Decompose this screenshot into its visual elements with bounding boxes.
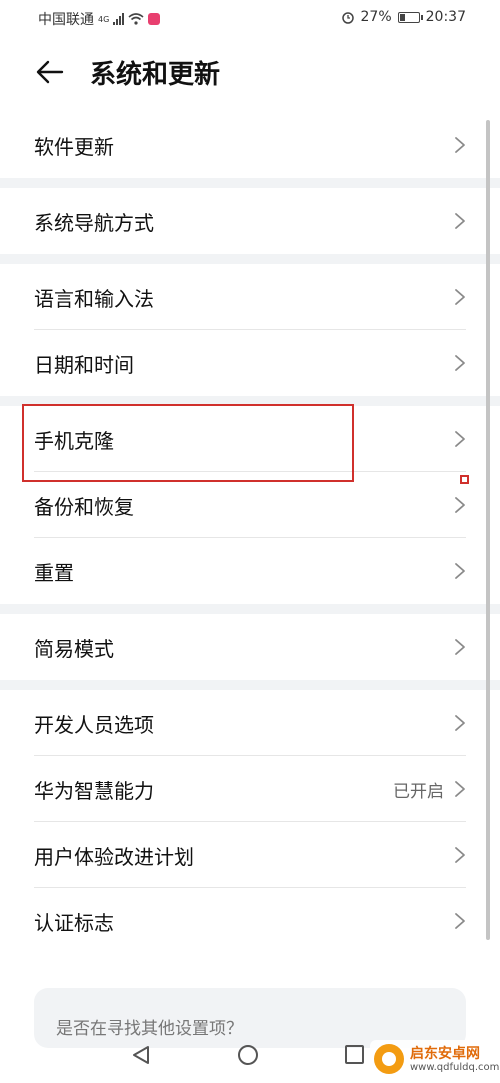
- nav-back-icon[interactable]: [130, 1044, 152, 1066]
- settings-item[interactable]: 用户体验改进计划: [0, 822, 500, 888]
- status-bar: 中国联通 4G 27% 20:37: [0, 0, 500, 34]
- settings-group: 系统导航方式: [0, 188, 500, 254]
- chevron-right-icon: [455, 847, 465, 863]
- group-separator: [0, 178, 500, 188]
- settings-item-label: 软件更新: [34, 134, 114, 159]
- carrier-label: 中国联通: [38, 12, 94, 28]
- group-separator: [0, 604, 500, 614]
- chevron-right-icon: [455, 289, 465, 305]
- settings-item[interactable]: 软件更新: [0, 112, 500, 178]
- settings-item-label: 开发人员选项: [34, 712, 154, 737]
- settings-item[interactable]: 开发人员选项: [0, 690, 500, 756]
- settings-item-label: 认证标志: [34, 910, 114, 935]
- watermark-url: www.qdfuldq.com: [410, 1062, 500, 1073]
- chevron-right-icon: [455, 137, 465, 153]
- highlight-marker: [460, 475, 469, 484]
- settings-item[interactable]: 语言和输入法: [0, 264, 500, 330]
- settings-group: 简易模式: [0, 614, 500, 680]
- clock: 20:37: [425, 9, 466, 25]
- settings-item[interactable]: 日期和时间: [0, 330, 500, 396]
- settings-item-label: 用户体验改进计划: [34, 844, 194, 869]
- highlight-box: [22, 404, 354, 482]
- chevron-right-icon: [455, 563, 465, 579]
- chevron-right-icon: [455, 781, 465, 797]
- settings-item-value: 已开启: [393, 781, 444, 802]
- settings-item-label: 重置: [34, 560, 74, 585]
- chevron-right-icon: [455, 431, 465, 447]
- chevron-right-icon: [455, 639, 465, 655]
- settings-item-label: 华为智慧能力: [34, 778, 154, 803]
- nav-recent-icon[interactable]: [345, 1045, 364, 1064]
- settings-item-label: 简易模式: [34, 636, 114, 661]
- battery-icon: [397, 11, 423, 23]
- chevron-right-icon: [455, 497, 465, 513]
- settings-group: 软件更新: [0, 112, 500, 178]
- alarm-icon: [341, 12, 354, 24]
- settings-item-label: 日期和时间: [34, 352, 134, 377]
- chevron-right-icon: [455, 715, 465, 731]
- chevron-right-icon: [455, 213, 465, 229]
- settings-list: 软件更新 系统导航方式 语言和输入法 日期和时间 手机克隆 备份和恢复 重置 简易模式 开发人员…: [0, 112, 500, 954]
- watermark-title: 启东安卓网: [410, 1046, 480, 1062]
- settings-item[interactable]: 华为智慧能力 已开启: [0, 756, 500, 822]
- settings-item[interactable]: 系统导航方式: [0, 188, 500, 254]
- settings-item-label: 语言和输入法: [34, 286, 154, 311]
- network-type: 4G: [98, 14, 110, 24]
- back-arrow-icon[interactable]: [34, 56, 66, 88]
- scrollbar[interactable]: [486, 120, 490, 940]
- battery-percent: 27%: [360, 9, 392, 25]
- settings-item[interactable]: 简易模式: [0, 614, 500, 680]
- group-separator: [0, 680, 500, 690]
- page-header: 系统和更新: [0, 40, 500, 104]
- nav-home-icon[interactable]: [238, 1045, 258, 1065]
- signal-icon: [113, 13, 125, 25]
- page-title: 系统和更新: [90, 60, 221, 90]
- app-notification-icon: [148, 13, 161, 25]
- watermark: 启东安卓网 www.qdfuldq.com: [370, 1040, 500, 1080]
- settings-item-label: 备份和恢复: [34, 494, 134, 519]
- settings-group: 开发人员选项 华为智慧能力 已开启用户体验改进计划 认证标志: [0, 690, 500, 954]
- group-separator: [0, 254, 500, 264]
- chevron-right-icon: [455, 355, 465, 371]
- settings-item-label: 系统导航方式: [34, 210, 154, 235]
- settings-group: 语言和输入法 日期和时间: [0, 264, 500, 396]
- wifi-icon: [128, 13, 144, 25]
- settings-item[interactable]: 重置: [0, 538, 500, 604]
- watermark-logo-icon: [374, 1044, 404, 1074]
- settings-item[interactable]: 认证标志: [0, 888, 500, 954]
- chevron-right-icon: [455, 913, 465, 929]
